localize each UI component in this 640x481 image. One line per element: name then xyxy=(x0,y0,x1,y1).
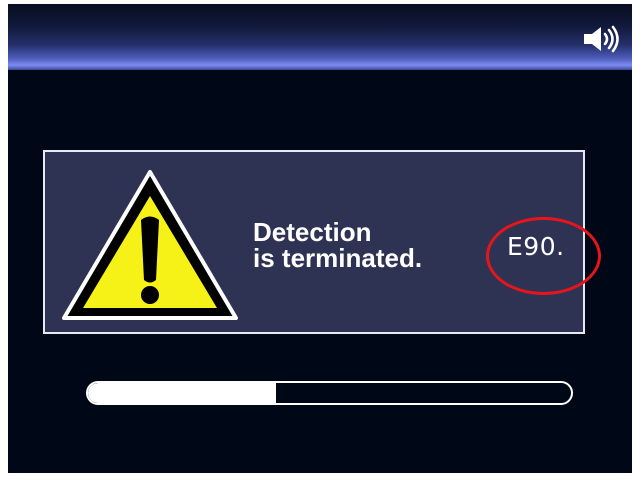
error-message: Detection is terminated. xyxy=(253,219,422,271)
warning-triangle-icon xyxy=(62,170,238,320)
device-screen: Detection is terminated. E90. xyxy=(8,4,632,473)
message-line-2: is terminated. xyxy=(253,243,423,273)
speaker-volume-icon[interactable] xyxy=(582,25,622,53)
status-bar xyxy=(8,4,632,70)
message-line-1: Detection xyxy=(253,217,372,247)
progress-bar xyxy=(86,381,573,405)
error-code-highlight-circle xyxy=(486,217,601,295)
error-dialog: Detection is terminated. E90. xyxy=(43,150,601,334)
progress-bar-fill xyxy=(88,383,277,403)
